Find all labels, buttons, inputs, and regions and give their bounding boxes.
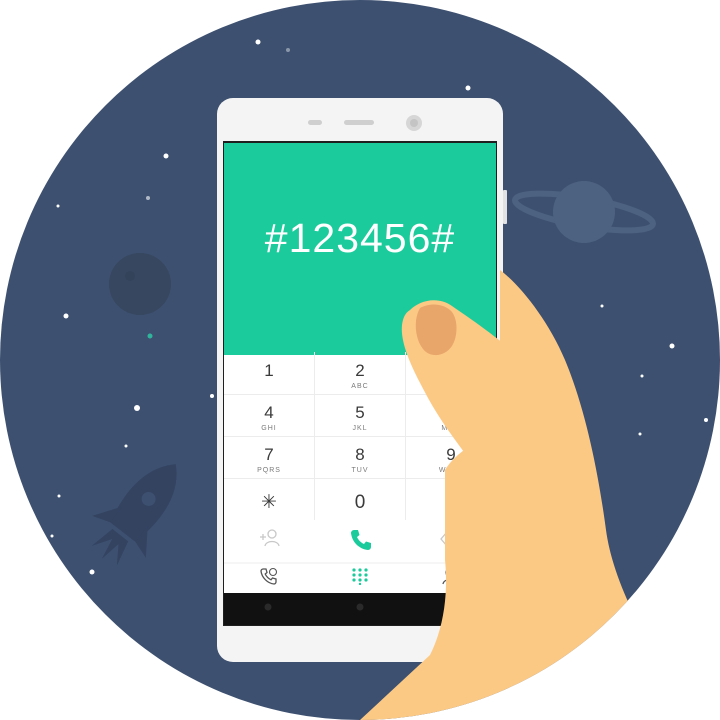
hand-illustration — [360, 270, 700, 720]
